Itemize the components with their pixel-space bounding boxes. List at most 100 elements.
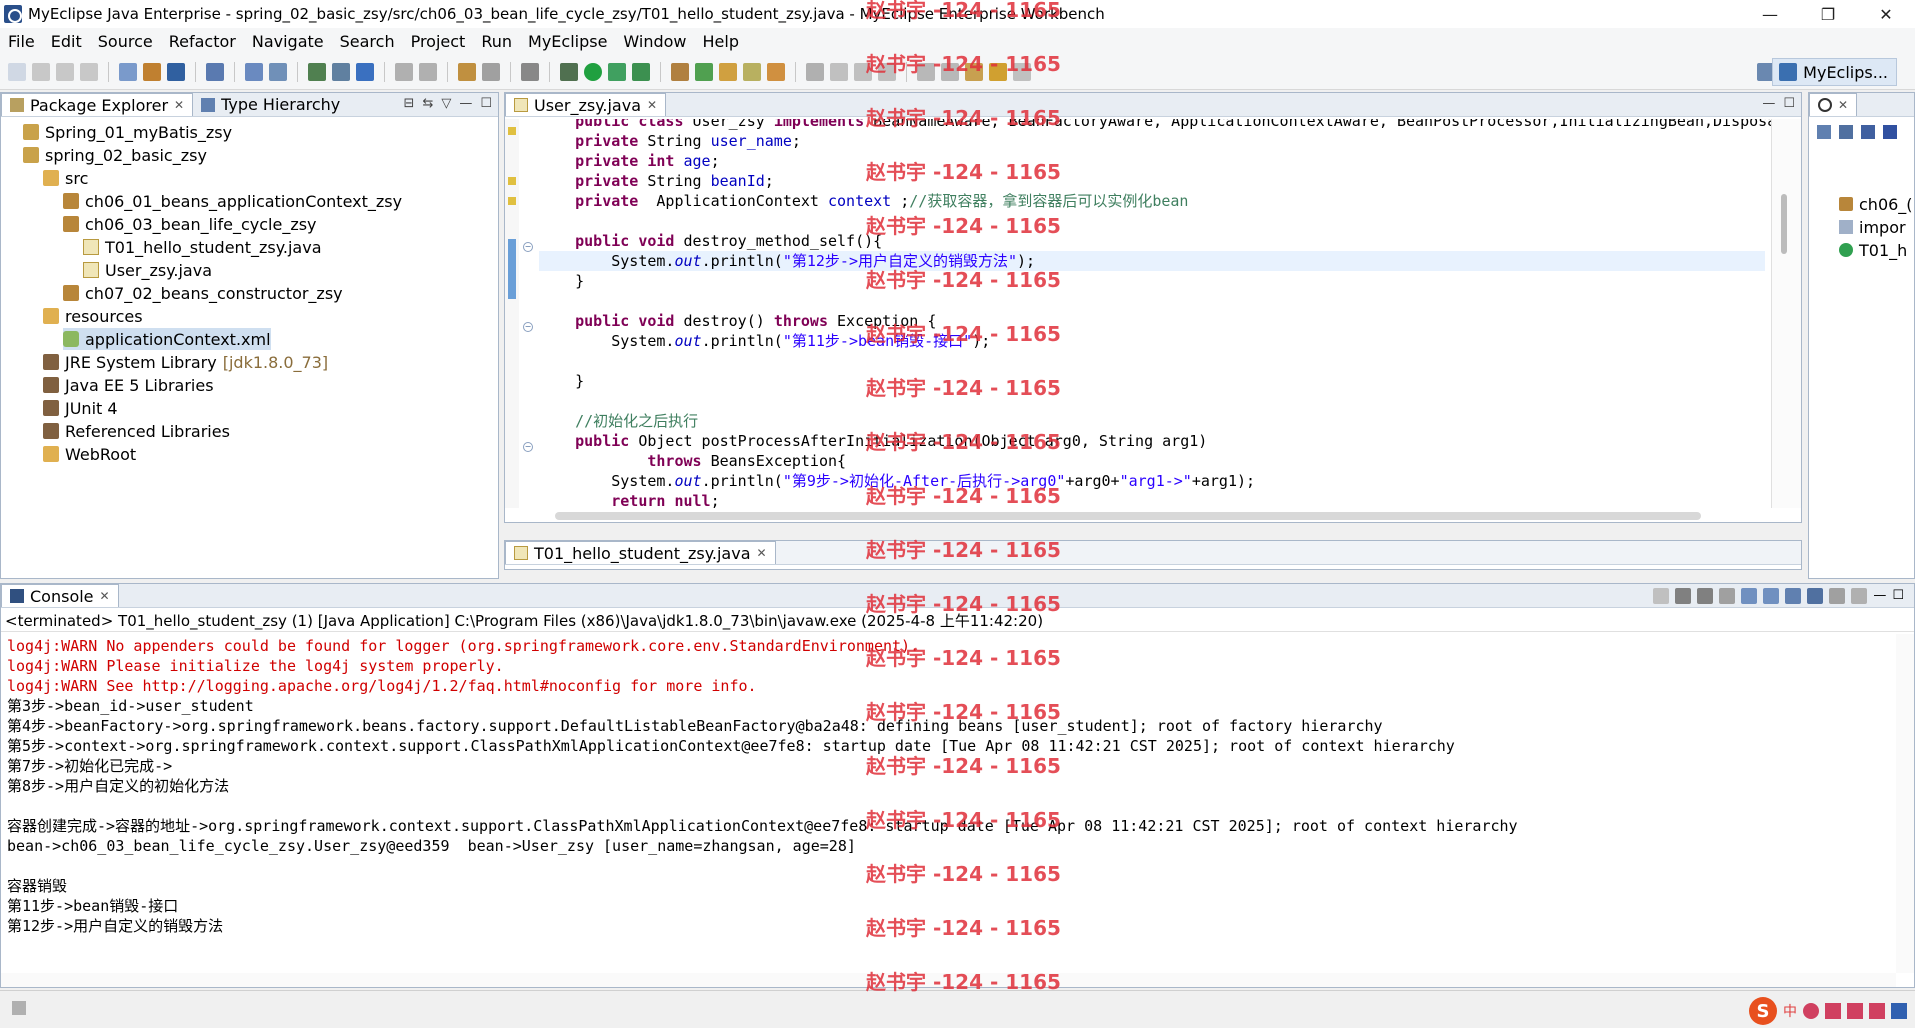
skin-icon[interactable] xyxy=(1847,1003,1863,1019)
outline-item[interactable]: ch06_( xyxy=(1839,193,1913,215)
scroll-thumb[interactable] xyxy=(1781,194,1787,254)
microphone-icon[interactable] xyxy=(1803,1003,1819,1019)
menu-edit[interactable]: Edit xyxy=(43,32,90,51)
prev-annotation-icon[interactable] xyxy=(941,63,959,81)
hide-static-icon[interactable] xyxy=(1839,125,1853,139)
tab-package-explorer[interactable]: Package Explorer ✕ xyxy=(1,93,194,116)
close-icon[interactable]: ✕ xyxy=(647,98,657,112)
cut-icon[interactable] xyxy=(395,63,413,81)
code-line[interactable]: public class User_zsy implements BeanNam… xyxy=(539,119,1794,131)
sogou-ime-icon[interactable]: S xyxy=(1749,997,1777,1025)
tree-item[interactable]: spring_02_basic_zsy xyxy=(23,144,207,166)
tab-console[interactable]: Console ✕ xyxy=(1,584,119,607)
menu-navigate[interactable]: Navigate xyxy=(244,32,332,51)
database-icon[interactable] xyxy=(308,63,326,81)
tree-item[interactable]: WebRoot xyxy=(43,443,136,465)
tab-type-hierarchy[interactable]: Type Hierarchy xyxy=(193,93,348,116)
code-line[interactable]: return null; xyxy=(539,491,1765,508)
outline-item[interactable]: T01_h xyxy=(1839,239,1907,261)
collapse-all-icon[interactable]: ⊟ xyxy=(404,96,415,111)
sort-icon[interactable] xyxy=(1883,125,1897,139)
perspective-button[interactable]: MyEclips... xyxy=(1772,58,1897,86)
external-tools-icon[interactable] xyxy=(632,63,650,81)
close-button[interactable]: ✕ xyxy=(1857,0,1915,28)
remove-all-icon[interactable] xyxy=(1697,588,1714,604)
console-horizontal-scrollbar[interactable] xyxy=(1,973,1896,987)
tree-item[interactable]: Java EE 5 Libraries xyxy=(43,374,214,396)
menu-project[interactable]: Project xyxy=(403,32,474,51)
editor-vertical-scrollbar[interactable] xyxy=(1771,119,1801,508)
tree-item[interactable]: ch07_02_beans_constructor_zsy xyxy=(63,282,343,304)
run-history-icon[interactable] xyxy=(608,63,626,81)
menu-refactor[interactable]: Refactor xyxy=(161,32,244,51)
code-line[interactable]: System.out.println("第11步->bean销毁-接口"); xyxy=(539,331,1765,351)
tree-item[interactable]: ch06_01_beans_applicationContext_zsy xyxy=(63,190,402,212)
code-line[interactable]: } xyxy=(539,271,1765,291)
outline-item[interactable]: impor xyxy=(1839,216,1906,238)
ime-mode-label[interactable]: 中 xyxy=(1783,1001,1797,1021)
server-icon[interactable] xyxy=(245,63,263,81)
globe-icon[interactable] xyxy=(356,63,374,81)
editor-body[interactable]: − − − public class User_zsy implements B… xyxy=(505,119,1801,508)
edit-icon[interactable] xyxy=(743,63,761,81)
tree-item[interactable]: ch06_03_bean_life_cycle_zsy xyxy=(63,213,317,235)
view-menu-icon[interactable]: ▽ xyxy=(441,96,451,111)
code-area[interactable]: public class User_zsy implements BeanNam… xyxy=(539,119,1794,508)
close-icon[interactable]: ✕ xyxy=(100,589,110,603)
code-line[interactable]: private ApplicationContext context ;//获取… xyxy=(539,191,1765,211)
editor-horizontal-scrollbar[interactable] xyxy=(555,512,1701,520)
annotation-icon[interactable] xyxy=(806,63,824,81)
package-new-icon[interactable] xyxy=(458,63,476,81)
run-icon[interactable] xyxy=(584,63,602,81)
code-line[interactable]: //初始化之后执行 xyxy=(539,411,1765,431)
fold-toggle-icon[interactable]: − xyxy=(523,242,533,252)
save-icon[interactable] xyxy=(32,63,50,81)
minimize-button[interactable]: — xyxy=(1741,0,1799,28)
menu-search[interactable]: Search xyxy=(332,32,403,51)
paste-icon[interactable] xyxy=(419,63,437,81)
tab-t01-hello-student[interactable]: T01_hello_student_zsy.java ✕ xyxy=(505,541,776,564)
fast-view-icon[interactable] xyxy=(12,1001,26,1015)
code-line[interactable] xyxy=(539,291,1765,311)
word-wrap-icon[interactable] xyxy=(1763,588,1780,604)
code-line[interactable]: System.out.println("第9步->初始化-After-后执行->… xyxy=(539,471,1765,491)
clear-console-icon[interactable] xyxy=(1719,588,1736,604)
web-icon[interactable] xyxy=(332,63,350,81)
pin-console-icon[interactable] xyxy=(1807,588,1824,604)
open-console-icon[interactable] xyxy=(1851,588,1868,604)
debug-icon[interactable] xyxy=(560,63,578,81)
keyboard-icon[interactable] xyxy=(1825,1003,1841,1019)
print-icon[interactable] xyxy=(80,63,98,81)
last-edit-icon[interactable] xyxy=(965,63,983,81)
code-line[interactable]: public void destroy() throws Exception { xyxy=(539,311,1765,331)
new-project-icon[interactable] xyxy=(119,63,137,81)
hide-fields-icon[interactable] xyxy=(1817,125,1831,139)
hide-nonpublic-icon[interactable] xyxy=(1861,125,1875,139)
tab-user-zsy-java[interactable]: User_zsy.java ✕ xyxy=(505,93,667,116)
tree-item[interactable]: Spring_01_myBatis_zsy xyxy=(23,121,232,143)
close-icon[interactable]: ✕ xyxy=(1838,98,1848,112)
show-on-output-icon[interactable] xyxy=(1785,588,1802,604)
tree-item[interactable]: JUnit 4 xyxy=(43,397,118,419)
toolbox-icon[interactable] xyxy=(1869,1003,1885,1019)
fold-toggle-icon[interactable]: − xyxy=(523,442,533,452)
maximize-view-icon[interactable]: ☐ xyxy=(480,96,492,111)
close-icon[interactable]: ✕ xyxy=(174,98,184,112)
console-output[interactable]: log4j:WARN No appenders could be found f… xyxy=(1,634,1896,973)
back-icon[interactable] xyxy=(989,63,1007,81)
open-folder-icon[interactable] xyxy=(719,63,737,81)
camera-icon[interactable] xyxy=(521,63,539,81)
code-line[interactable] xyxy=(539,351,1765,371)
tab-outline[interactable]: ✕ xyxy=(1809,93,1858,116)
menu-file[interactable]: File xyxy=(0,32,43,51)
maximize-view-icon[interactable]: ☐ xyxy=(1892,588,1904,604)
code-line[interactable]: private int age; xyxy=(539,151,1765,171)
menu-help[interactable]: Help xyxy=(695,32,747,51)
tree-item[interactable]: T01_hello_student_zsy.java xyxy=(83,236,322,258)
link-editor-icon[interactable]: ⇆ xyxy=(422,96,433,111)
console-vertical-scrollbar[interactable] xyxy=(1896,634,1914,973)
close-icon[interactable]: ✕ xyxy=(757,546,767,560)
maximize-view-icon[interactable]: ☐ xyxy=(1783,96,1795,111)
tree-item[interactable]: resources xyxy=(43,305,143,327)
refresh-icon[interactable] xyxy=(695,63,713,81)
